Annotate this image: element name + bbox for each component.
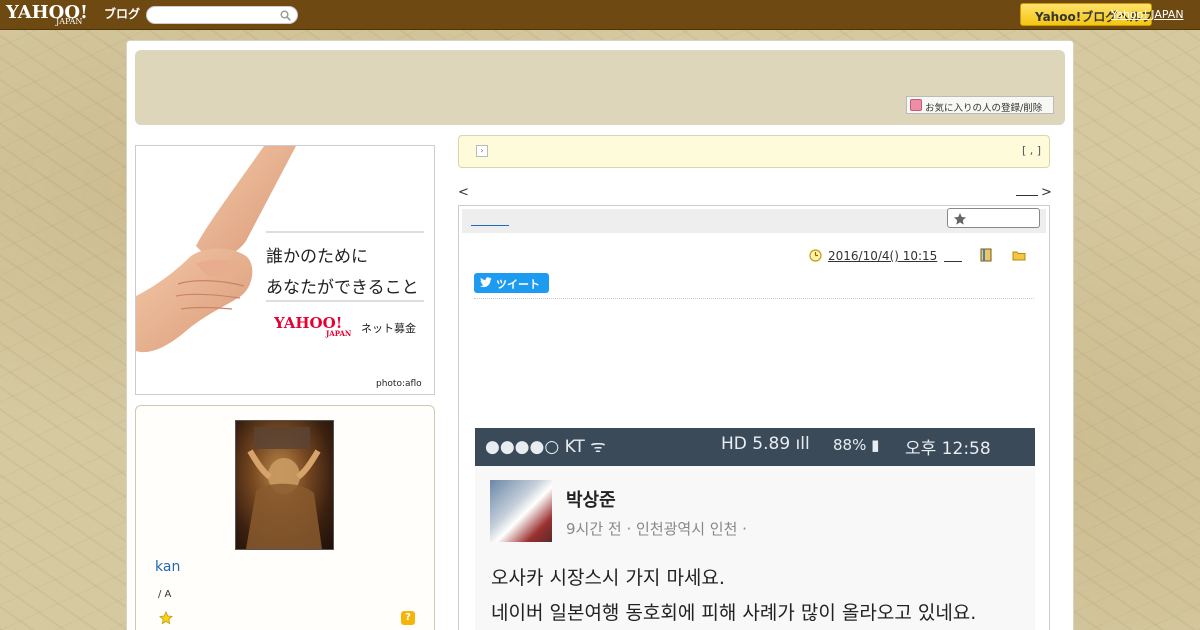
ad-yahoo-logo-sub: JAPAN xyxy=(326,329,352,338)
next-article-underline xyxy=(1016,195,1038,196)
clock-icon xyxy=(809,249,822,262)
prev-article-link[interactable]: < xyxy=(458,185,469,200)
yahoo-blog-logo[interactable]: YAHOO! JAPAN ブログ xyxy=(6,2,142,28)
article-title-link[interactable] xyxy=(471,214,509,226)
status-time: 오후 12:58 xyxy=(905,439,991,459)
book-icon[interactable] xyxy=(980,248,992,262)
post-text-line-1: 오사카 시장스시 가지 마세요. xyxy=(491,567,725,589)
notice-arrow-icon[interactable]: › xyxy=(476,145,488,157)
next-article-link[interactable]: > xyxy=(1016,185,1052,200)
favorite-register-label: お気に入りの人の登録/削除 xyxy=(925,103,1043,114)
favorite-star-button[interactable] xyxy=(947,208,1040,228)
top-bar: YAHOO! JAPAN ブログ Yahoo!ブログヘルプ Yahoo! JAP… xyxy=(0,0,1200,30)
notice-bar xyxy=(458,135,1050,168)
next-article-arrow: > xyxy=(1041,185,1052,200)
avatar[interactable] xyxy=(235,420,334,550)
twitter-bird-icon xyxy=(480,277,492,288)
help-icon[interactable]: ? xyxy=(401,611,415,625)
poster-avatar xyxy=(490,480,552,542)
folder-icon[interactable] xyxy=(1012,250,1026,261)
avatar-painting xyxy=(246,427,322,549)
search-input[interactable] xyxy=(146,6,298,24)
tweet-button[interactable]: ツイート xyxy=(474,273,549,293)
poster-meta: 9시간 전 · 인천광역시 인천 · xyxy=(566,520,747,538)
heart-icon xyxy=(910,99,922,111)
star-icon[interactable] xyxy=(159,611,173,625)
profile-name-link[interactable]: kan xyxy=(155,559,180,575)
poster-name: 박상준 xyxy=(566,490,616,511)
post-text-line-2: 네이버 일본여행 동호회에 피해 사례가 많이 올라오고 있네요. xyxy=(491,602,977,624)
status-network: HD 5.89 ıll xyxy=(721,434,810,454)
search-icon[interactable] xyxy=(280,10,291,21)
star-icon xyxy=(954,213,966,225)
notice-brackets: [ , ] xyxy=(1022,144,1042,157)
logo-japan-text: JAPAN xyxy=(56,17,83,26)
status-battery: 88% ▮ xyxy=(833,436,880,454)
yahoo-japan-link[interactable]: Yahoo! JAPAN xyxy=(1111,8,1184,21)
donation-ad-banner[interactable]: 誰かのために あなたができること YAHOO! JAPAN ネット募金 phot… xyxy=(135,145,435,395)
ad-donate-text: ネット募金 xyxy=(361,322,416,335)
embedded-screenshot: ●●●●○ KT ᯤ HD 5.89 ıll 88% ▮ 오후 12:58 박상… xyxy=(475,428,1035,630)
ad-headline-1: 誰かのために xyxy=(266,247,368,267)
tweet-label: ツイート xyxy=(496,278,540,291)
post-date-underline xyxy=(944,261,962,262)
status-carrier: ●●●●○ KT ᯤ xyxy=(485,437,606,457)
post-date-link[interactable]: 2016/10/4() 10:15 xyxy=(828,249,937,263)
ad-photo-credit: photo:aflo xyxy=(376,379,422,389)
ad-headline-2: あなたができること xyxy=(266,278,419,298)
logo-blog-text: ブログ xyxy=(104,7,141,21)
phone-status-bar: ●●●●○ KT ᯤ HD 5.89 ıll 88% ▮ 오후 12:58 xyxy=(475,428,1035,466)
profile-subtext: / A xyxy=(158,589,172,600)
handshake-image xyxy=(136,146,424,353)
article-divider xyxy=(474,298,1034,299)
favorite-register-button[interactable]: お気に入りの人の登録/削除 xyxy=(906,96,1054,114)
